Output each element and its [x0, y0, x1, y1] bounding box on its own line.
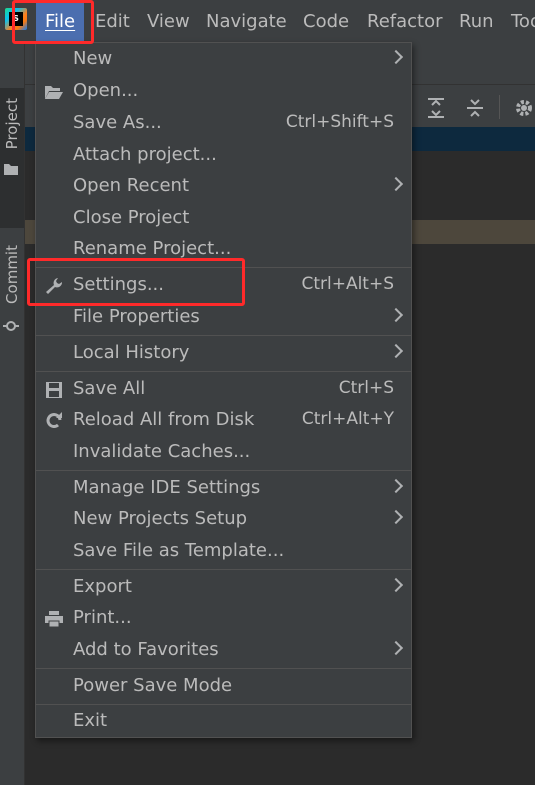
print-icon [45, 611, 63, 628]
menu-code[interactable]: Code [303, 0, 349, 44]
menu-item-exit[interactable]: Exit [36, 706, 411, 738]
collapse-all-icon[interactable] [465, 97, 485, 119]
toolbar-divider [499, 95, 500, 119]
menu-item-new-projects-setup[interactable]: New Projects Setup [36, 504, 411, 536]
menu-item-close-project[interactable]: Close Project [36, 203, 411, 235]
menu-run[interactable]: Run [459, 0, 494, 44]
menu-item-save-as[interactable]: Save As... Ctrl+Shift+S [36, 108, 411, 140]
reload-icon [46, 412, 62, 428]
file-menu-dropdown: New Open... Save As... Ctrl+Shift+S Atta… [35, 42, 412, 738]
menu-item-invalidate-caches[interactable]: Invalidate Caches... [36, 437, 411, 469]
chevron-right-icon [388, 640, 404, 656]
menu-tools[interactable]: Too [511, 0, 535, 44]
menu-item-open-recent[interactable]: Open Recent [36, 171, 411, 203]
menu-item-local-history[interactable]: Local History [36, 338, 411, 370]
chevron-right-icon [388, 509, 404, 525]
save-icon [46, 382, 62, 398]
chevron-right-icon [388, 307, 404, 323]
menu-separator [36, 371, 411, 372]
menu-edit[interactable]: Edit [95, 0, 130, 44]
chevron-right-icon [388, 49, 404, 65]
menu-item-power-save-mode[interactable]: Power Save Mode [36, 671, 411, 703]
menu-item-reload-all[interactable]: Reload All from Disk Ctrl+Alt+Y [36, 405, 411, 437]
project-tool-label: Project [3, 98, 21, 150]
menu-view[interactable]: View [147, 0, 190, 44]
commit-tool-label: Commit [3, 245, 21, 304]
menu-separator [36, 470, 411, 471]
menu-item-attach-project[interactable]: Attach project... [36, 140, 411, 172]
menu-navigate[interactable]: Navigate [206, 0, 287, 44]
menu-refactor[interactable]: Refactor [367, 0, 443, 44]
expand-all-icon[interactable] [426, 97, 446, 119]
left-tool-strip: Project Commit [0, 44, 25, 785]
menu-item-add-to-favorites[interactable]: Add to Favorites [36, 635, 411, 667]
project-tool-button[interactable]: Project [0, 88, 24, 228]
menu-item-new[interactable]: New [36, 44, 411, 76]
menu-separator [36, 569, 411, 570]
settings-highlight [27, 258, 245, 306]
chevron-right-icon [388, 577, 404, 593]
menu-separator [36, 668, 411, 669]
commit-tool-button[interactable]: Commit [0, 239, 24, 349]
folder-icon [4, 164, 18, 175]
chevron-right-icon [388, 478, 404, 494]
menu-item-export[interactable]: Export [36, 572, 411, 604]
chevron-right-icon [388, 176, 404, 192]
gear-icon[interactable] [513, 97, 535, 119]
menu-item-save-all[interactable]: Save All Ctrl+S [36, 374, 411, 406]
menu-item-open[interactable]: Open... [36, 76, 411, 108]
menu-item-save-file-as-template[interactable]: Save File as Template... [36, 536, 411, 568]
file-menu-highlight [12, 0, 94, 44]
menu-separator [36, 704, 411, 705]
chevron-right-icon [388, 343, 404, 359]
menu-separator [36, 335, 411, 336]
folder-open-icon [45, 86, 63, 99]
menu-item-print[interactable]: Print... [36, 603, 411, 635]
menu-item-manage-ide-settings[interactable]: Manage IDE Settings [36, 473, 411, 505]
menu-item-file-properties[interactable]: File Properties [36, 302, 411, 334]
commit-icon [3, 321, 19, 331]
